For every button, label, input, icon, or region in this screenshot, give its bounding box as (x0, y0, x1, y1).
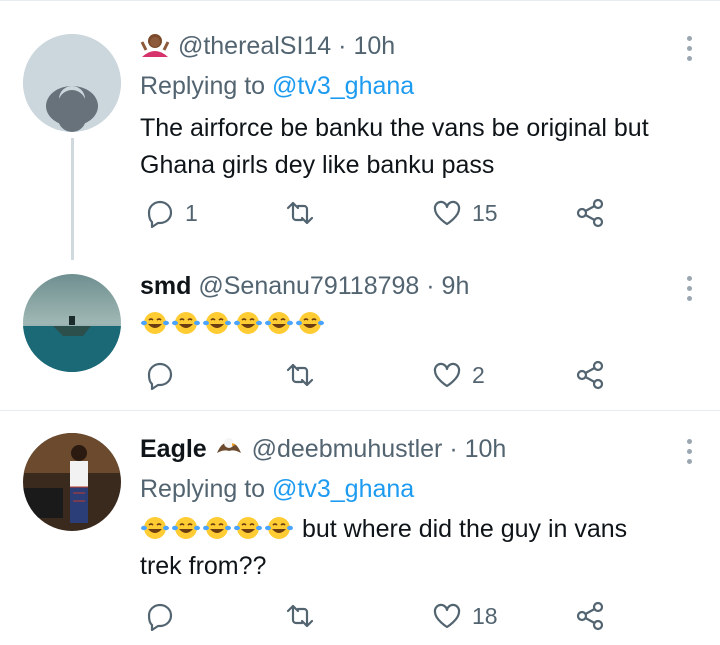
replying-prefix: Replying to (140, 72, 266, 100)
tweet-header: Eagle @deebmuhustler · 10h (140, 435, 506, 464)
default-profile-icon (23, 34, 121, 132)
face-with-tears-of-joy-emoji (234, 517, 262, 539)
share-icon (576, 601, 604, 631)
replying-to: Replying to @tv3_ghana (140, 475, 414, 504)
heart-icon (433, 200, 461, 226)
replying-to: Replying to @tv3_ghana (140, 72, 414, 101)
tweet-header: smd @Senanu79118798 · 9h (140, 272, 469, 301)
like-button[interactable]: 15 (432, 198, 498, 228)
face-with-tears-of-joy-emoji (265, 517, 293, 539)
tweet-text-line2: trek from?? (140, 552, 267, 580)
share-button[interactable] (575, 601, 605, 631)
eagle-emoji (216, 438, 241, 453)
tweet-time[interactable]: 9h (442, 272, 470, 300)
default-avatar[interactable] (23, 34, 121, 132)
share-button[interactable] (575, 198, 605, 228)
face-with-tears-of-joy-emoji (141, 517, 169, 539)
tweet-handle[interactable]: @therealSI14 (178, 32, 331, 60)
person-photo-avatar (23, 433, 121, 531)
retweet-button[interactable] (285, 198, 315, 228)
reply-button[interactable] (145, 360, 175, 390)
face-with-tears-of-joy-emoji (172, 517, 200, 539)
user-avatar-smd[interactable] (23, 274, 121, 372)
like-button[interactable]: 2 (432, 360, 485, 390)
tweet-handle[interactable]: @deebmuhustler (252, 435, 443, 463)
retweet-button[interactable] (285, 601, 315, 631)
tweet-time[interactable]: 10h (353, 32, 395, 60)
tweet-2[interactable]: smd @Senanu79118798 · 9h 2 (0, 260, 720, 410)
tweet-time[interactable]: 10h (465, 435, 507, 463)
display-name[interactable]: smd (140, 272, 191, 300)
share-icon (576, 360, 604, 390)
like-count: 2 (472, 361, 485, 388)
emoji-row (140, 306, 700, 343)
heart-icon (433, 362, 461, 388)
more-options-icon[interactable] (686, 439, 694, 469)
like-button[interactable]: 18 (432, 601, 498, 631)
tweet-text: The airforce be banku the vans be origin… (140, 114, 649, 179)
thread-connector (71, 138, 74, 260)
tweet-text: but where did the guy in vans trek from?… (140, 511, 700, 585)
reply-count: 1 (185, 199, 198, 226)
face-with-tears-of-joy-emoji (172, 312, 200, 334)
share-icon (576, 198, 604, 228)
more-options-icon[interactable] (686, 36, 694, 66)
user-avatar-eagle[interactable] (23, 433, 121, 531)
separator: · (449, 435, 458, 463)
like-count: 18 (472, 602, 498, 629)
reply-icon (147, 603, 173, 631)
retweet-icon (286, 604, 314, 628)
replying-handle-link[interactable]: @tv3_ghana (272, 475, 414, 503)
display-name[interactable]: Eagle (140, 435, 207, 463)
face-with-tears-of-joy-emoji (296, 312, 324, 334)
share-button[interactable] (575, 360, 605, 390)
replying-prefix: Replying to (140, 475, 266, 503)
face-with-tears-of-joy-emoji (203, 312, 231, 334)
island-avatar-image (23, 274, 121, 372)
tweet-header: @therealSI14 · 10h (140, 32, 395, 61)
face-with-tears-of-joy-emoji (234, 312, 262, 334)
retweet-icon (286, 363, 314, 387)
like-count: 15 (472, 199, 498, 226)
separator: · (426, 272, 435, 300)
reply-button[interactable]: 1 (145, 198, 198, 228)
tweet-handle[interactable]: @Senanu79118798 (198, 272, 419, 300)
reply-icon (147, 362, 173, 390)
replying-handle-link[interactable]: @tv3_ghana (272, 72, 414, 100)
separator: · (338, 32, 347, 60)
face-with-tears-of-joy-emoji (203, 517, 231, 539)
tweet-text-line1: but where did the guy in vans (301, 515, 628, 543)
more-options-icon[interactable] (686, 276, 694, 306)
reply-icon (147, 200, 173, 228)
retweet-button[interactable] (285, 360, 315, 390)
retweet-icon (286, 201, 314, 225)
face-with-tears-of-joy-emoji (141, 312, 169, 334)
tweet-3[interactable]: Eagle @deebmuhustler · 10h Replying to @… (0, 411, 720, 645)
reply-button[interactable] (145, 601, 175, 631)
person-shrugging-emoji (140, 34, 170, 57)
tweet-1[interactable]: @therealSI14 · 10h Replying to @tv3_ghan… (0, 0, 720, 260)
emoji-row (140, 515, 295, 543)
heart-icon (433, 603, 461, 629)
face-with-tears-of-joy-emoji (265, 312, 293, 334)
